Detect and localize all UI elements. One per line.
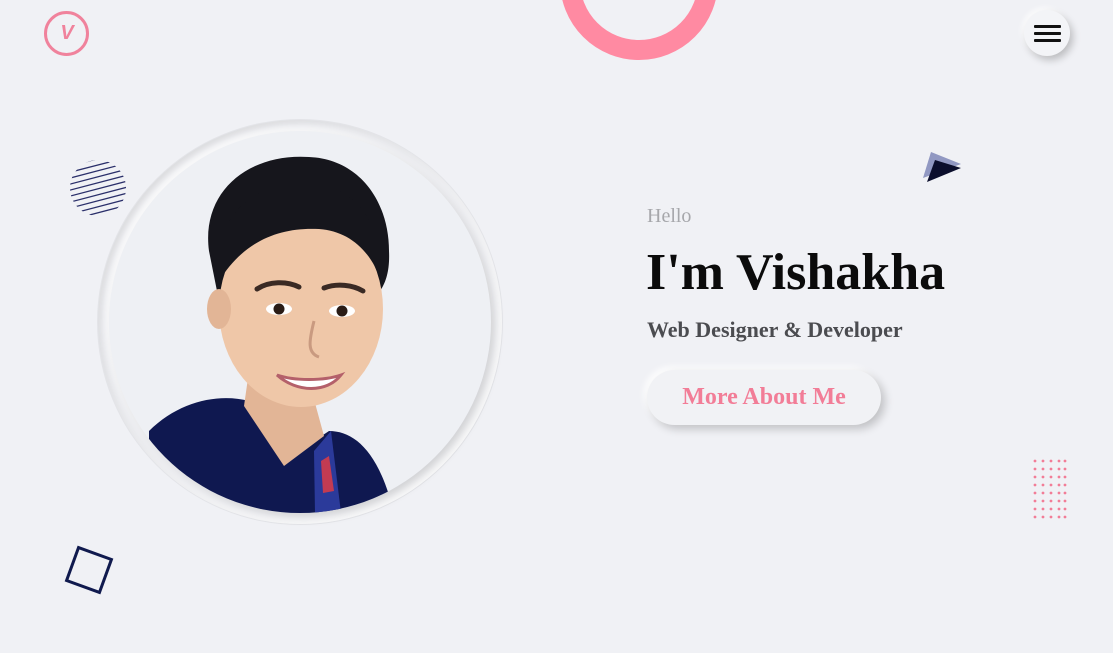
hero-headline: I'm Vishakha <box>646 244 946 301</box>
profile-photo-frame <box>98 120 502 524</box>
home-page: V Hello I'm Vishakha Web Designer & Deve… <box>0 0 1113 653</box>
hamburger-icon-line <box>1033 31 1061 35</box>
hero-subtitle: Web Designer & Developer <box>647 317 903 342</box>
decorative-ring <box>560 0 718 60</box>
profile-photo <box>109 131 491 513</box>
portrait-illustration <box>149 156 394 513</box>
greeting-text: Hello <box>647 205 692 227</box>
hamburger-menu-button[interactable] <box>1024 10 1070 56</box>
square-decoration <box>64 545 114 595</box>
triangle-decoration <box>923 152 961 182</box>
more-about-me-button[interactable]: More About Me <box>647 370 881 425</box>
logo-icon[interactable]: V <box>44 11 89 56</box>
hamburger-icon-line <box>1033 24 1061 28</box>
hamburger-icon-line <box>1033 38 1061 42</box>
dots-decoration <box>1033 459 1067 519</box>
